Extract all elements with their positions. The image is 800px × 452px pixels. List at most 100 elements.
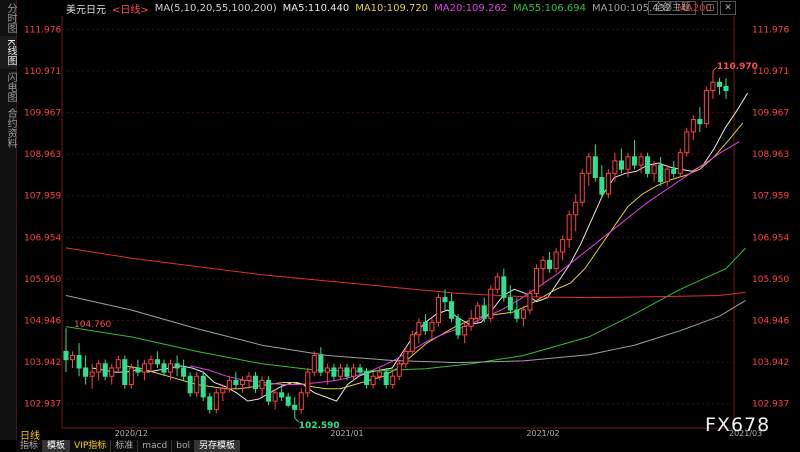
tab-standard[interactable]: 标准 [111, 440, 139, 452]
candle-body [684, 131, 690, 154]
candle-body [612, 160, 618, 174]
tab-vip-indicator[interactable]: VIP指标 [70, 440, 112, 452]
y-tick-label-right: 103.942 [752, 358, 789, 368]
candle-body [514, 309, 520, 319]
tab-contract-info[interactable]: 合约资料 [0, 105, 16, 151]
candle-body [710, 81, 716, 92]
y-tick-label-left: 110.971 [24, 67, 61, 77]
x-tick-label: 2021/02 [526, 429, 559, 438]
candle-body [494, 276, 500, 290]
period-selector[interactable]: <日线> [112, 1, 149, 16]
low-annotation: 102.590 [299, 421, 340, 431]
y-tick-label-right: 109.967 [752, 109, 789, 119]
candle-body [651, 164, 657, 174]
candle-body [429, 321, 435, 332]
y-tick-label-left: 104.946 [24, 317, 61, 327]
candlestick-chart[interactable]: 111.976 111.976110.971 110.971109.967 109.9… [0, 0, 800, 452]
candle-body [115, 359, 121, 369]
tab-kline[interactable]: K线图 [0, 36, 16, 69]
candle-body [292, 404, 298, 410]
tab-template[interactable]: 模板 [43, 440, 71, 452]
theme-dropdown[interactable]: 全部主题 [648, 1, 696, 15]
candle-body [200, 375, 206, 398]
close-button[interactable]: ✕ [720, 1, 736, 15]
y-tick-label-right: 102.937 [752, 400, 789, 410]
candle-body [605, 172, 611, 195]
candle-body [102, 363, 108, 377]
candle-body [233, 379, 239, 386]
tab-indicator[interactable]: 指标 [16, 440, 44, 452]
tab-bol[interactable]: bol [172, 440, 195, 452]
candle-body [520, 309, 526, 319]
candle-body [592, 156, 598, 178]
y-tick-label-left: 106.954 [24, 233, 61, 243]
candle-body [553, 251, 559, 270]
candle-body [272, 392, 278, 402]
candle-body [96, 363, 102, 373]
candle-body [252, 375, 259, 390]
candle-body [422, 321, 428, 332]
y-tick-label-left: 105.950 [24, 275, 61, 285]
candle-body [455, 317, 461, 336]
candle-body [586, 156, 592, 174]
tab-save-template[interactable]: 另存模板 [194, 440, 240, 452]
ma20-value: MA20:109.262 [434, 2, 508, 14]
candle-body [148, 359, 154, 365]
candle-body [579, 172, 585, 203]
candle-body [213, 392, 219, 410]
y-tick-label-left: 103.942 [24, 358, 61, 368]
candle-body [501, 276, 507, 299]
candle-body [416, 321, 422, 336]
watermark-logo: FX678 [705, 414, 771, 436]
candle-body [298, 392, 304, 410]
candle-body [703, 90, 709, 125]
x-tick-label: 2020/12 [115, 429, 148, 438]
candle-body [311, 355, 317, 373]
candle-body [168, 363, 174, 373]
y-tick-label-left: 111.976 [24, 25, 61, 35]
left-annotation: 104.760 [74, 320, 111, 330]
y-tick-label-left: 107.959 [24, 192, 61, 202]
tab-timeshare[interactable]: 分时图 [0, 0, 16, 36]
candle-body [141, 363, 147, 373]
y-tick-label-left: 108.963 [24, 150, 61, 160]
candle-body [462, 326, 468, 336]
y-tick-label-left: 109.967 [24, 109, 61, 119]
high-annotation: 110.970 [717, 62, 758, 72]
candle-body [135, 367, 141, 373]
candle-body [239, 379, 245, 386]
candle-body [723, 85, 729, 92]
y-tick-label-right: 107.959 [752, 192, 789, 202]
candle-body [194, 375, 200, 394]
candle-body [697, 119, 703, 125]
candle-body [226, 379, 232, 390]
candle-body [246, 375, 252, 381]
candle-body [279, 392, 285, 398]
y-tick-label-right: 111.976 [752, 25, 789, 35]
candle-body [631, 156, 638, 166]
candle-body [435, 297, 442, 323]
y-tick-label-right: 108.963 [752, 150, 789, 160]
ma5-value: MA5:110.440 [282, 2, 350, 14]
candle-body [76, 355, 82, 369]
candle-body [599, 176, 605, 195]
candle-body [220, 388, 226, 394]
ma-params[interactable]: MA(5,10,20,55,100,200) [155, 3, 277, 14]
candle-body [566, 214, 572, 241]
candle-body [677, 152, 683, 174]
candle-body [331, 367, 337, 377]
candle-body [403, 350, 409, 365]
candle-body [266, 379, 272, 402]
candle-body [305, 371, 311, 394]
candle-body [671, 168, 677, 174]
symbol-name[interactable]: 美元日元 [66, 1, 106, 16]
candle-body [638, 156, 644, 166]
view-sidebar: 分时图 K线图 闪电图 合约资料 [0, 0, 17, 440]
candle-body [664, 168, 670, 183]
candle-body [645, 156, 651, 174]
tab-tick[interactable]: 闪电图 [0, 69, 16, 105]
candle-body [409, 334, 415, 352]
tab-macd[interactable]: macd [138, 440, 173, 452]
restore-button[interactable]: ▢ [702, 1, 718, 15]
candle-body [507, 297, 513, 311]
